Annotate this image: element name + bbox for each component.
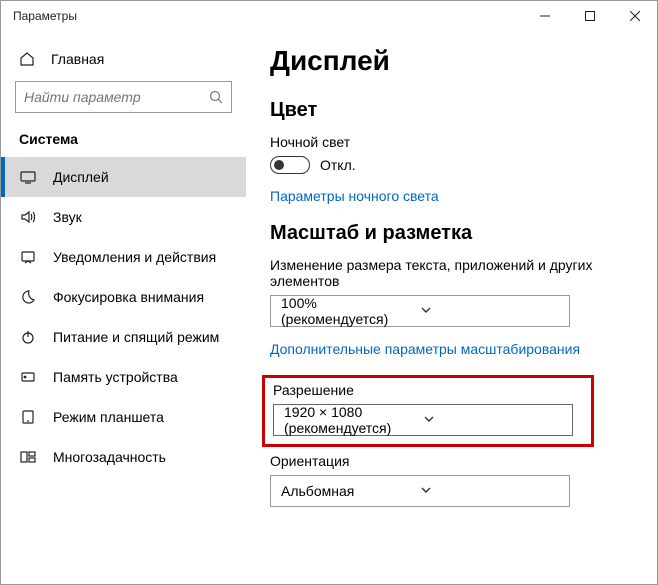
toggle-state: Откл. bbox=[320, 157, 356, 173]
night-light-settings-link[interactable]: Параметры ночного света bbox=[270, 188, 633, 204]
nav-label: Фокусировка внимания bbox=[53, 289, 204, 305]
sidebar-group-title: Система bbox=[1, 131, 246, 157]
nav-label: Уведомления и действия bbox=[53, 249, 216, 265]
window-title: Параметры bbox=[13, 9, 522, 23]
chevron-down-icon bbox=[420, 303, 559, 319]
sound-icon bbox=[19, 209, 37, 225]
orientation-value: Альбомная bbox=[281, 483, 420, 499]
scale-value: 100% (рекомендуется) bbox=[281, 295, 420, 327]
sidebar-item-tablet[interactable]: Режим планшета bbox=[1, 397, 246, 437]
toggle-knob bbox=[274, 160, 284, 170]
content-pane: Дисплей Цвет Ночной свет Откл. Параметры… bbox=[246, 31, 657, 584]
search-box[interactable] bbox=[15, 81, 232, 113]
maximize-button[interactable] bbox=[567, 1, 612, 31]
power-icon bbox=[19, 329, 37, 345]
resolution-dropdown[interactable]: 1920 × 1080 (рекомендуется) bbox=[273, 404, 573, 436]
sidebar-item-display[interactable]: Дисплей bbox=[1, 157, 246, 197]
home-label: Главная bbox=[51, 51, 104, 67]
resolution-label: Разрешение bbox=[273, 382, 583, 398]
advanced-scale-link[interactable]: Дополнительные параметры масштабирования bbox=[270, 341, 633, 357]
search-input[interactable] bbox=[24, 89, 209, 105]
orientation-label: Ориентация bbox=[270, 453, 633, 469]
sidebar-item-storage[interactable]: Память устройства bbox=[1, 357, 246, 397]
window-controls bbox=[522, 1, 657, 31]
multitask-icon bbox=[19, 449, 37, 465]
close-button[interactable] bbox=[612, 1, 657, 31]
nav-label: Память устройства bbox=[53, 369, 178, 385]
home-nav[interactable]: Главная bbox=[1, 41, 246, 81]
chevron-down-icon bbox=[420, 483, 559, 499]
settings-window: Параметры Главная Система Дисплей bbox=[0, 0, 658, 585]
scale-label: Изменение размера текста, приложений и д… bbox=[270, 257, 633, 289]
nav-label: Многозадачность bbox=[53, 449, 166, 465]
display-icon bbox=[19, 169, 37, 185]
storage-icon bbox=[19, 369, 37, 385]
sidebar-item-power[interactable]: Питание и спящий режим bbox=[1, 317, 246, 357]
sidebar-item-sound[interactable]: Звук bbox=[1, 197, 246, 237]
night-light-toggle[interactable] bbox=[270, 156, 310, 174]
orientation-dropdown[interactable]: Альбомная bbox=[270, 475, 570, 507]
tablet-icon bbox=[19, 409, 37, 425]
nav-label: Дисплей bbox=[53, 169, 109, 185]
notifications-icon bbox=[19, 249, 37, 265]
nav-label: Питание и спящий режим bbox=[53, 329, 219, 345]
page-title: Дисплей bbox=[270, 45, 633, 77]
titlebar: Параметры bbox=[1, 1, 657, 31]
sidebar-item-notifications[interactable]: Уведомления и действия bbox=[1, 237, 246, 277]
home-icon bbox=[19, 51, 35, 67]
nav-label: Звук bbox=[53, 209, 82, 225]
section-scale: Масштаб и разметка bbox=[270, 222, 633, 245]
sidebar: Главная Система Дисплей Звук Уведомления… bbox=[1, 31, 246, 584]
section-color: Цвет bbox=[270, 99, 633, 122]
search-icon bbox=[209, 90, 223, 104]
nav-label: Режим планшета bbox=[53, 409, 164, 425]
sidebar-item-focus[interactable]: Фокусировка внимания bbox=[1, 277, 246, 317]
chevron-down-icon bbox=[423, 412, 562, 428]
sidebar-item-multitask[interactable]: Многозадачность bbox=[1, 437, 246, 477]
resolution-value: 1920 × 1080 (рекомендуется) bbox=[284, 404, 423, 436]
focus-icon bbox=[19, 289, 37, 305]
scale-dropdown[interactable]: 100% (рекомендуется) bbox=[270, 295, 570, 327]
minimize-button[interactable] bbox=[522, 1, 567, 31]
night-light-label: Ночной свет bbox=[270, 134, 633, 150]
resolution-highlight: Разрешение 1920 × 1080 (рекомендуется) bbox=[262, 375, 594, 447]
